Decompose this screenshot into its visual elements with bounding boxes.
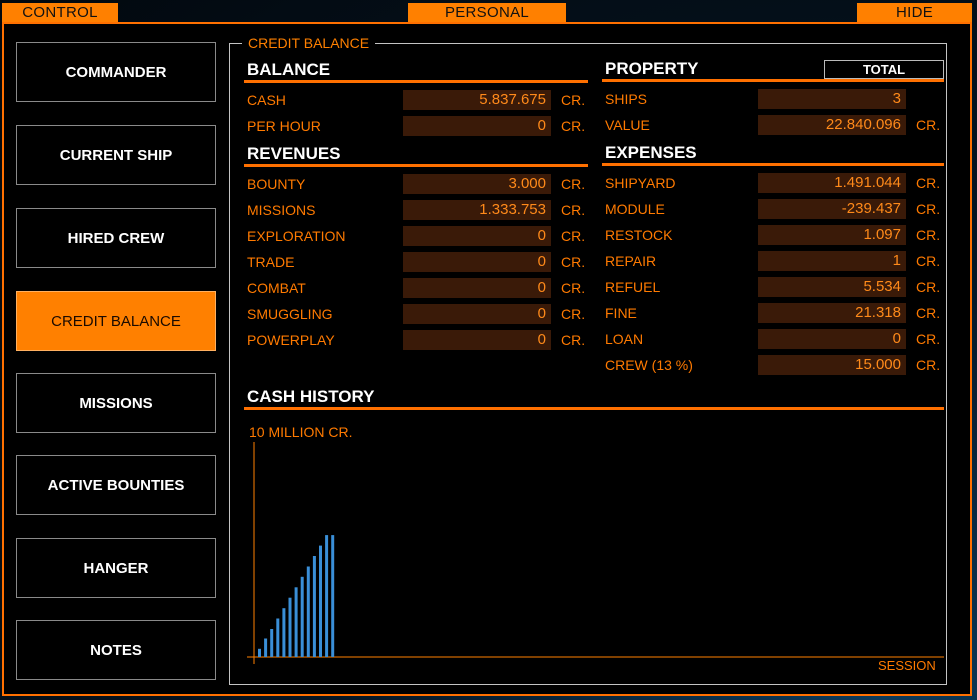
cash-history-bar — [282, 608, 286, 657]
cash-history-bar — [264, 638, 268, 657]
cash-history-bar — [294, 587, 298, 657]
cash-history-bar — [300, 576, 304, 657]
cash-history-bar — [306, 566, 310, 657]
main-frame: COMMANDER CURRENT SHIP HIRED CREW CREDIT BA… — [2, 22, 972, 696]
cash-history-bar — [325, 535, 329, 657]
cash-history-bar — [288, 597, 292, 657]
cash-history-bar — [276, 618, 280, 657]
personal-tab[interactable]: PERSONAL — [408, 3, 566, 22]
cash-history-bar — [270, 629, 274, 657]
cash-history-bar — [319, 545, 322, 657]
cash-history-bar — [312, 556, 316, 657]
cash-history-chart — [247, 442, 944, 664]
hide-button[interactable]: HIDE — [857, 3, 972, 22]
control-tab[interactable]: CONTROL — [2, 3, 118, 22]
cash-history-bar — [258, 648, 261, 657]
cash-history-bar — [331, 535, 335, 657]
